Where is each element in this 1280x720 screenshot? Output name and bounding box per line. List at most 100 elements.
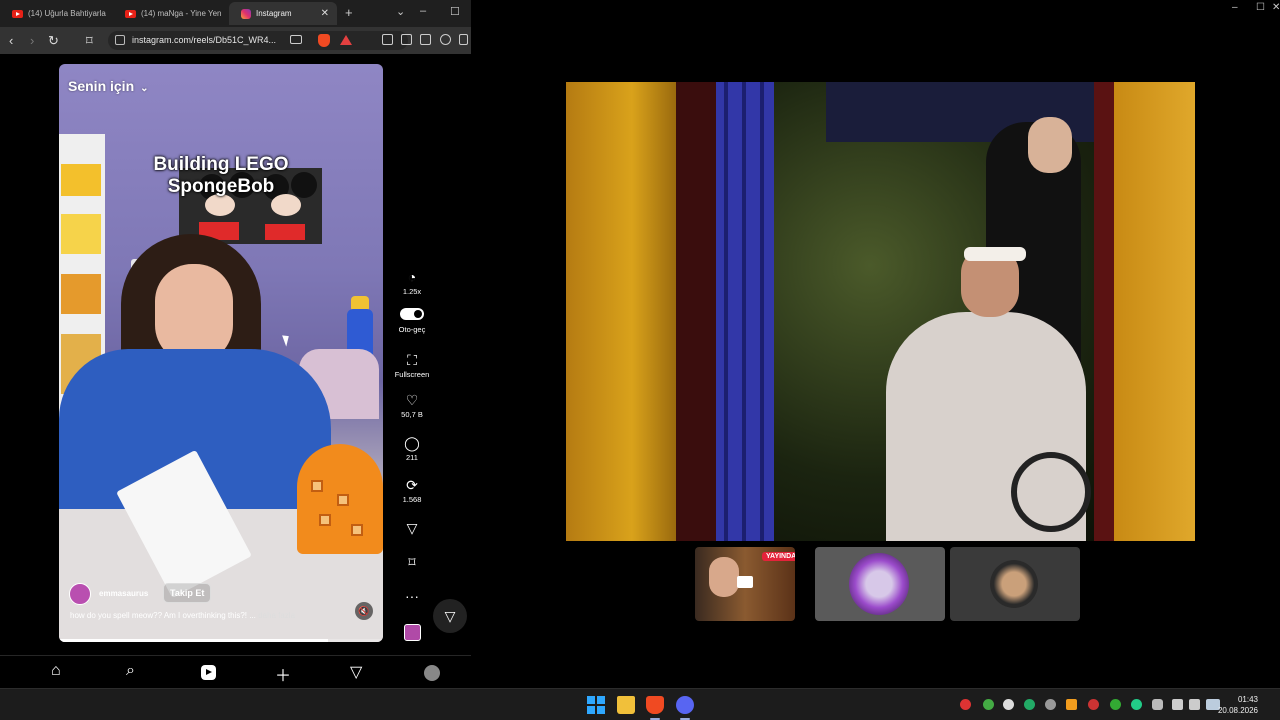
- back-icon[interactable]: ‹: [9, 33, 13, 48]
- minimize-icon[interactable]: –: [1232, 2, 1238, 13]
- comment-icon: ◯: [404, 435, 420, 451]
- live-badge: YAYINDA: [762, 552, 795, 561]
- maximize-icon[interactable]: ☐: [450, 5, 460, 18]
- feed-selector-label: Senin için: [68, 78, 135, 94]
- comment-button[interactable]: ◯ 211: [392, 435, 432, 462]
- profile-avatar[interactable]: [424, 665, 440, 681]
- mouse-cursor: [282, 333, 292, 347]
- bookmark-icon: ⌑: [408, 554, 416, 570]
- reel-title-line1: Building LEGO: [153, 154, 289, 175]
- direct-icon[interactable]: ▽: [350, 662, 362, 682]
- fullscreen-icon: ⛶: [407, 352, 417, 368]
- reel-video[interactable]: Building LEGO SpongeBob Senin için ⌄ emma…: [59, 64, 383, 642]
- repost-count: 1.568: [402, 495, 422, 504]
- feed-selector[interactable]: Senin için ⌄: [68, 78, 149, 94]
- file-explorer-icon[interactable]: [617, 696, 635, 714]
- share-button[interactable]: ▽: [392, 520, 432, 536]
- tray-app-icon[interactable]: [1003, 699, 1014, 710]
- tray-app-icon[interactable]: [1131, 699, 1142, 710]
- site-settings-icon[interactable]: [115, 35, 125, 45]
- maximize-icon[interactable]: ☐: [1256, 2, 1265, 13]
- author-avatar[interactable]: [69, 583, 91, 605]
- reels-icon[interactable]: [201, 665, 216, 680]
- wallet-icon[interactable]: [420, 34, 431, 45]
- autoplay-toggle[interactable]: Oto-geç: [392, 307, 432, 334]
- reel-progress-bar[interactable]: [59, 639, 383, 642]
- reel-progress-fill: [59, 639, 328, 642]
- brave-shields-icon[interactable]: [318, 34, 330, 47]
- brave-browser-icon[interactable]: [646, 696, 664, 714]
- caption-more-link[interactable]: daha fazla: [258, 611, 295, 620]
- tray-app-icon[interactable]: [1088, 699, 1099, 710]
- forward-icon[interactable]: ›: [30, 33, 34, 48]
- speed-button[interactable]: ◔ 1.25x: [392, 269, 432, 296]
- like-count: 50,7 B: [401, 410, 423, 419]
- tab-label: (14) Uğurla Bahtiyarla: [28, 9, 106, 18]
- youtube-icon: [125, 9, 136, 18]
- lego-pineapple-house: [297, 444, 383, 554]
- minimize-icon[interactable]: –: [420, 5, 426, 17]
- start-icon[interactable]: [587, 696, 605, 714]
- screen-share-icon: [737, 576, 753, 588]
- tray-app-icon[interactable]: [1110, 699, 1121, 710]
- tray-app-icon[interactable]: [1066, 699, 1077, 710]
- cast-icon[interactable]: [290, 35, 302, 44]
- participant-tile-avatar[interactable]: [950, 547, 1080, 621]
- clock-date: 20.08.2026: [1217, 706, 1258, 715]
- tray-app-icon[interactable]: [1045, 699, 1056, 710]
- discord-icon[interactable]: [676, 696, 694, 714]
- clock[interactable]: 01:43 20.08.2026: [1218, 694, 1258, 716]
- repost-icon: ⟳: [406, 477, 418, 493]
- network-icon[interactable]: [1172, 699, 1183, 710]
- sidebar-icon[interactable]: [401, 34, 412, 45]
- main-video-stream[interactable]: [566, 82, 1195, 541]
- tray-app-icon[interactable]: [983, 699, 994, 710]
- reload-icon[interactable]: ↻: [48, 33, 59, 49]
- audio-avatar[interactable]: [404, 624, 421, 641]
- home-icon[interactable]: ⌂: [51, 662, 61, 680]
- clock-time: 01:43: [1237, 695, 1258, 704]
- tab-search-icon[interactable]: ⌄: [396, 5, 405, 18]
- address-bar[interactable]: instagram.com/reels/Db51C_WR4...: [108, 31, 408, 50]
- tab-ugurla-bahtiyarla[interactable]: (14) Uğurla Bahtiyarla: [0, 2, 110, 25]
- bookmark-icon[interactable]: ⌑: [86, 33, 93, 49]
- tray-app-icon[interactable]: [960, 699, 971, 710]
- leo-ai-icon[interactable]: [440, 34, 451, 45]
- extensions-icon[interactable]: [382, 34, 393, 45]
- volume-icon[interactable]: [1189, 699, 1200, 710]
- url-text: instagram.com/reels/Db51C_WR4...: [132, 35, 277, 45]
- autoplay-label: Oto-geç: [398, 325, 426, 334]
- close-icon[interactable]: ✕: [1272, 2, 1280, 13]
- save-button[interactable]: ⌑: [392, 554, 432, 570]
- mute-icon[interactable]: 🔇: [355, 602, 373, 620]
- participant-tile-live[interactable]: YAYINDA: [695, 547, 795, 621]
- search-icon[interactable]: ⌕: [126, 662, 135, 680]
- fullscreen-button[interactable]: ⛶ Fullscreen: [392, 352, 432, 379]
- send-icon: ▽: [406, 520, 418, 536]
- tab-manga-yine-yen[interactable]: (14) maNga - Yine Yen: [113, 2, 225, 25]
- create-icon[interactable]: ＋: [275, 662, 291, 686]
- more-icon: ···: [405, 588, 419, 604]
- head-bandage: [964, 247, 1026, 261]
- tab-label: Instagram: [256, 9, 292, 18]
- repost-button[interactable]: ⟳ 1.568: [392, 477, 432, 504]
- new-tab-button[interactable]: +: [345, 5, 353, 20]
- participant-tile-avatar[interactable]: [815, 547, 945, 621]
- vpn-icon[interactable]: [459, 34, 468, 45]
- tab-strip: (14) Uğurla Bahtiyarla (14) maNga - Yine…: [0, 0, 471, 27]
- messages-button[interactable]: ▽: [433, 599, 467, 633]
- follow-button[interactable]: Takip Et: [163, 583, 212, 603]
- like-button[interactable]: ♡ 50,7 B: [392, 392, 432, 419]
- toggle-icon: [392, 307, 432, 323]
- taskbar: 01:43 20.08.2026: [0, 688, 1280, 720]
- reel-caption: how do you spell meow?? Am I overthinkin…: [70, 611, 295, 620]
- author-name[interactable]: emmasaurus: [99, 589, 148, 598]
- close-tab-icon[interactable]: ✕: [321, 8, 329, 19]
- brave-rewards-icon[interactable]: [340, 35, 352, 45]
- more-options-button[interactable]: ···: [392, 588, 432, 604]
- fullscreen-label: Fullscreen: [394, 370, 430, 379]
- youtube-icon: [12, 9, 23, 18]
- tab-instagram[interactable]: Instagram ✕: [229, 2, 337, 25]
- tray-app-icon[interactable]: [1024, 699, 1035, 710]
- microphone-icon[interactable]: [1152, 699, 1163, 710]
